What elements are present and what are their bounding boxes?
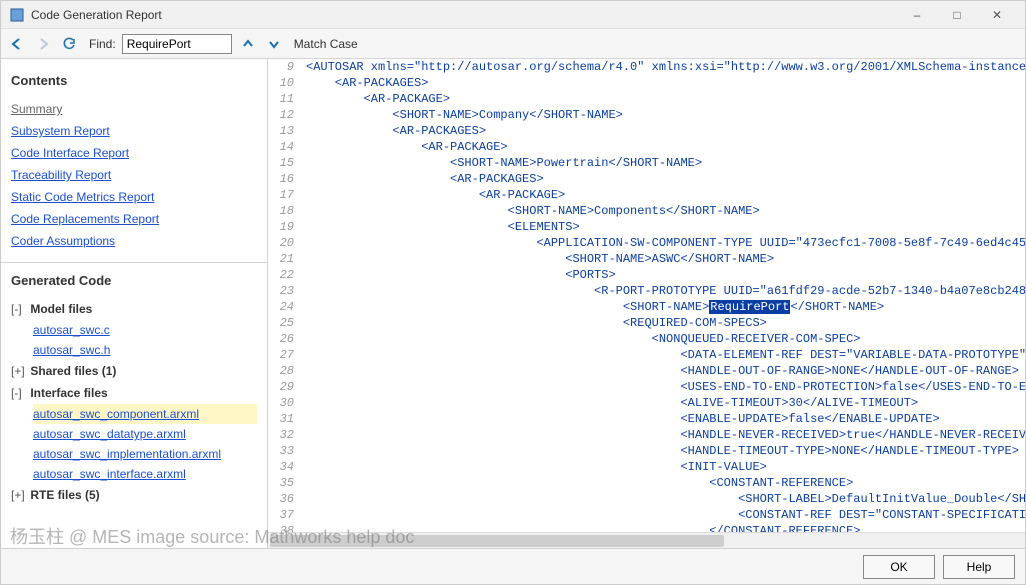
code-line[interactable]: 18 <SHORT-NAME>Components</SHORT-NAME> [268, 203, 1025, 219]
app-icon [9, 7, 25, 23]
find-input[interactable] [122, 34, 232, 54]
code-line[interactable]: 21 <SHORT-NAME>ASWC</SHORT-NAME> [268, 251, 1025, 267]
code-line[interactable]: 19 <ELEMENTS> [268, 219, 1025, 235]
back-button[interactable] [7, 34, 27, 54]
toggle-icon[interactable]: [-] [11, 298, 27, 320]
maximize-button[interactable]: □ [937, 2, 977, 28]
code-line[interactable]: 34 <INIT-VALUE> [268, 459, 1025, 475]
file-link[interactable]: autosar_swc.h [33, 340, 257, 360]
code-line[interactable]: 12 <SHORT-NAME>Company</SHORT-NAME> [268, 107, 1025, 123]
nav-link-coder-assumptions[interactable]: Coder Assumptions [11, 230, 257, 252]
code-line[interactable]: 33 <HANDLE-TIMEOUT-TYPE>NONE</HANDLE-TIM… [268, 443, 1025, 459]
scroll-thumb[interactable] [270, 535, 724, 547]
code-line[interactable]: 32 <HANDLE-NEVER-RECEIVED>true</HANDLE-N… [268, 427, 1025, 443]
window-controls: – □ ✕ [897, 2, 1017, 28]
code-line[interactable]: 9<AUTOSAR xmlns="http://autosar.org/sche… [268, 59, 1025, 75]
titlebar: Code Generation Report – □ ✕ [1, 1, 1025, 29]
divider [1, 262, 267, 263]
file-link[interactable]: autosar_swc_interface.arxml [33, 464, 257, 484]
nav-link-summary[interactable]: Summary [11, 98, 257, 120]
code-line[interactable]: 27 <DATA-ELEMENT-REF DEST="VARIABLE-DATA… [268, 347, 1025, 363]
toolbar: Find: Match Case [1, 29, 1025, 59]
find-next-button[interactable] [264, 34, 284, 54]
code-line[interactable]: 15 <SHORT-NAME>Powertrain</SHORT-NAME> [268, 155, 1025, 171]
sidebar: Contents SummarySubsystem ReportCode Int… [1, 59, 268, 548]
code-line[interactable]: 23 <R-PORT-PROTOTYPE UUID="a61fdf29-acde… [268, 283, 1025, 299]
toggle-icon[interactable]: [+] [11, 484, 27, 506]
code-viewer[interactable]: 9<AUTOSAR xmlns="http://autosar.org/sche… [268, 59, 1025, 532]
file-group-3[interactable]: [+] RTE files (5) [11, 484, 257, 506]
code-line[interactable]: 25 <REQUIRED-COM-SPECS> [268, 315, 1025, 331]
horizontal-scrollbar[interactable] [268, 532, 1025, 548]
nav-link-subsystem-report[interactable]: Subsystem Report [11, 120, 257, 142]
file-link[interactable]: autosar_swc_component.arxml [33, 404, 257, 424]
ok-button[interactable]: OK [863, 555, 935, 579]
find-label: Find: [89, 37, 116, 51]
help-button[interactable]: Help [943, 555, 1015, 579]
file-link[interactable]: autosar_swc_implementation.arxml [33, 444, 257, 464]
code-line[interactable]: 10 <AR-PACKAGES> [268, 75, 1025, 91]
code-line[interactable]: 38 </CONSTANT-REFERENCE> [268, 523, 1025, 532]
code-line[interactable]: 20 <APPLICATION-SW-COMPONENT-TYPE UUID="… [268, 235, 1025, 251]
code-line[interactable]: 17 <AR-PACKAGE> [268, 187, 1025, 203]
code-line[interactable]: 13 <AR-PACKAGES> [268, 123, 1025, 139]
nav-link-traceability-report[interactable]: Traceability Report [11, 164, 257, 186]
code-line[interactable]: 22 <PORTS> [268, 267, 1025, 283]
code-line[interactable]: 30 <ALIVE-TIMEOUT>30</ALIVE-TIMEOUT> [268, 395, 1025, 411]
forward-button[interactable] [33, 34, 53, 54]
code-line[interactable]: 28 <HANDLE-OUT-OF-RANGE>NONE</HANDLE-OUT… [268, 363, 1025, 379]
code-line[interactable]: 37 <CONSTANT-REF DEST="CONSTANT-SPECIFIC… [268, 507, 1025, 523]
toggle-icon[interactable]: [-] [11, 382, 27, 404]
file-group-0[interactable]: [-] Model files [11, 298, 257, 320]
file-link[interactable]: autosar_swc_datatype.arxml [33, 424, 257, 444]
code-line[interactable]: 29 <USES-END-TO-END-PROTECTION>false</US… [268, 379, 1025, 395]
code-line[interactable]: 26 <NONQUEUED-RECEIVER-COM-SPEC> [268, 331, 1025, 347]
minimize-button[interactable]: – [897, 2, 937, 28]
file-group-1[interactable]: [+] Shared files (1) [11, 360, 257, 382]
nav-link-code-interface-report[interactable]: Code Interface Report [11, 142, 257, 164]
match-case-label[interactable]: Match Case [294, 37, 358, 51]
toggle-icon[interactable]: [+] [11, 360, 27, 382]
file-group-2[interactable]: [-] Interface files [11, 382, 257, 404]
file-link[interactable]: autosar_swc.c [33, 320, 257, 340]
generated-code-heading: Generated Code [11, 273, 257, 288]
search-highlight: RequirePort [709, 300, 790, 314]
code-line[interactable]: 11 <AR-PACKAGE> [268, 91, 1025, 107]
close-button[interactable]: ✕ [977, 2, 1017, 28]
code-line[interactable]: 14 <AR-PACKAGE> [268, 139, 1025, 155]
code-line[interactable]: 16 <AR-PACKAGES> [268, 171, 1025, 187]
nav-link-static-code-metrics-report[interactable]: Static Code Metrics Report [11, 186, 257, 208]
find-prev-button[interactable] [238, 34, 258, 54]
bottom-bar: OK Help [1, 548, 1025, 584]
code-line[interactable]: 36 <SHORT-LABEL>DefaultInitValue_Double<… [268, 491, 1025, 507]
nav-link-code-replacements-report[interactable]: Code Replacements Report [11, 208, 257, 230]
main-area: Contents SummarySubsystem ReportCode Int… [1, 59, 1025, 548]
code-line[interactable]: 31 <ENABLE-UPDATE>false</ENABLE-UPDATE> [268, 411, 1025, 427]
contents-heading: Contents [11, 73, 257, 88]
code-line[interactable]: 35 <CONSTANT-REFERENCE> [268, 475, 1025, 491]
window-title: Code Generation Report [31, 8, 897, 22]
refresh-button[interactable] [59, 34, 79, 54]
code-line[interactable]: 24 <SHORT-NAME>RequirePort</SHORT-NAME> [268, 299, 1025, 315]
